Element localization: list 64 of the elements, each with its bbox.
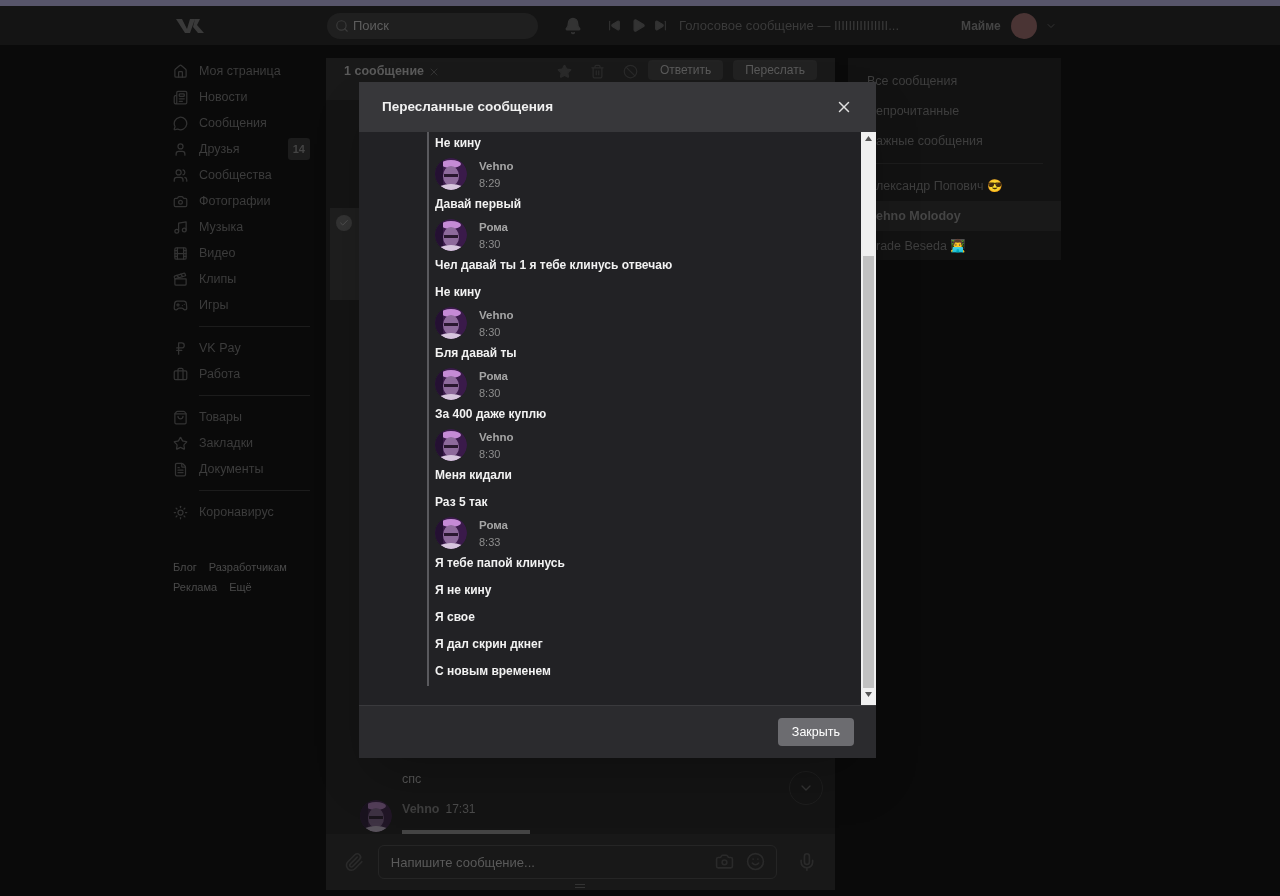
message-text: С новым временем: [435, 662, 551, 680]
footer-link[interactable]: Реклама: [173, 578, 218, 595]
ruble-icon: [173, 340, 188, 356]
home-icon: [173, 63, 188, 79]
document-icon: [173, 461, 188, 477]
film-icon: [173, 245, 188, 261]
message-text: Меня кидали: [435, 466, 512, 484]
message-time: 8:33: [479, 535, 502, 550]
header-button[interactable]: Переслать: [733, 60, 817, 80]
message-field[interactable]: Напишите сообщение...: [377, 845, 778, 879]
voice-message[interactable]: [402, 830, 530, 834]
header-button[interactable]: Ответить: [647, 60, 724, 80]
author-name[interactable]: Рома: [479, 368, 508, 385]
selection-count: 1 сообщение: [344, 63, 425, 80]
message-text: Я тебе папой клинусь: [435, 554, 565, 572]
next-icon[interactable]: [654, 19, 667, 32]
clapperboard-icon: [173, 271, 188, 287]
dialog-title: Пересланные сообщения: [382, 97, 554, 116]
gamepad-icon: [173, 297, 188, 313]
message-time: 8:29: [479, 176, 502, 191]
briefcase-icon: [173, 366, 188, 382]
author-name[interactable]: Vehno: [479, 429, 514, 446]
selected-message[interactable]: [330, 208, 360, 300]
people-icon: [173, 167, 188, 183]
message-text: Чел давай ты 1 я тебе клинусь отвечаю: [435, 256, 673, 274]
footer-link[interactable]: Блог: [173, 559, 197, 576]
search-icon: [335, 18, 349, 33]
message-text: спс: [402, 772, 422, 786]
message-time: 8:30: [479, 447, 502, 462]
chat-bubble-icon: [173, 115, 188, 131]
music-note-icon: [173, 219, 188, 235]
scroll-down-icon[interactable]: [865, 692, 872, 697]
person-icon: [173, 141, 188, 157]
message-text: Давай первый: [435, 195, 522, 213]
scrollbar[interactable]: [861, 132, 876, 705]
footer-link[interactable]: Разработчикам: [208, 559, 287, 576]
message-text: Бля давай ты: [435, 344, 517, 362]
bag-icon: [173, 409, 188, 425]
camera-icon: [173, 193, 188, 209]
message-text: Я не кину: [435, 581, 492, 599]
author-name[interactable]: Vehno: [479, 307, 514, 324]
message-text: Раз 5 так: [435, 493, 488, 511]
footer-link[interactable]: Ещё: [229, 578, 252, 595]
message-time: 8:30: [479, 386, 502, 401]
bell-icon[interactable]: [564, 16, 582, 35]
newspaper-icon: [173, 89, 188, 105]
play-icon[interactable]: [631, 18, 646, 33]
scroll-up-icon[interactable]: [865, 136, 872, 141]
author-name[interactable]: Рома: [479, 517, 508, 534]
message-text: Я свое: [435, 608, 475, 626]
message-text: Не кину: [435, 283, 481, 301]
message-text: Я дал скрин дкнег: [435, 635, 543, 653]
author-name[interactable]: Рома: [479, 219, 508, 236]
search-field[interactable]: Поиск: [327, 12, 538, 39]
check-icon[interactable]: [336, 215, 352, 231]
message-text: За 400 даже куплю: [435, 405, 547, 423]
author-name[interactable]: Vehno: [479, 158, 514, 175]
previous-icon[interactable]: [608, 19, 621, 32]
user-avatar[interactable]: [1010, 12, 1037, 39]
message-time: 8:30: [479, 237, 502, 252]
star-icon: [173, 435, 188, 451]
message-time: 8:30: [479, 325, 502, 340]
close-button[interactable]: Закрыть: [777, 718, 854, 746]
message-text: Не кину: [435, 134, 481, 152]
